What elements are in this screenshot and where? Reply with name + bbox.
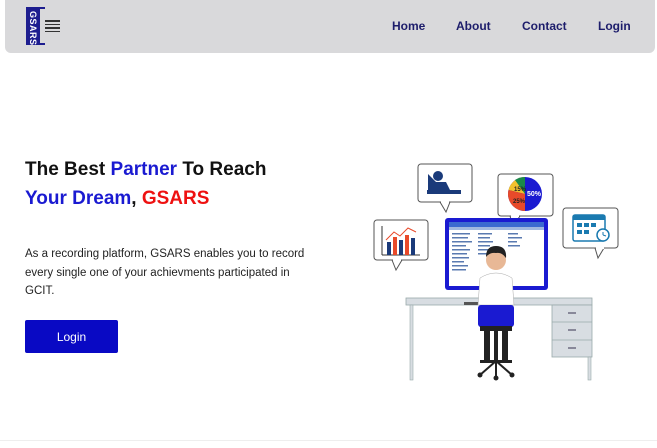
nav-about-link[interactable]: About — [456, 19, 491, 33]
hero-description: As a recording platform, GSARS enables y… — [25, 248, 305, 297]
nav-contact-link[interactable]: Contact — [522, 19, 567, 33]
page: GSARS Home About Contact Login The Best … — [0, 0, 657, 448]
user-bubble-icon — [417, 163, 473, 214]
navbar: GSARS Home About Contact Login — [5, 0, 655, 53]
pie-label-15: 15% — [514, 187, 527, 193]
pie-label-50: 50% — [527, 191, 542, 198]
logo-frame — [38, 7, 45, 45]
title-text-1: The Best — [25, 159, 111, 180]
logo-text: GSARS — [28, 11, 38, 46]
pie-label-25: 25% — [513, 199, 526, 205]
login-button[interactable]: Login — [25, 320, 118, 353]
hero-title: The Best Partner To Reach Your Dream, GS… — [25, 155, 325, 213]
title-brand: GSARS — [141, 188, 210, 209]
title-partner: Partner — [110, 159, 178, 180]
office-illustration: 15% 50% 25% — [373, 163, 619, 381]
title-dream: Your Dream — [25, 188, 132, 209]
calendar-bubble-icon — [562, 207, 619, 260]
footer-divider — [0, 440, 657, 441]
nav-home-link[interactable]: Home — [392, 19, 425, 33]
title-comma: , — [131, 188, 142, 209]
nav-login-link[interactable]: Login — [598, 19, 631, 33]
gsars-logo[interactable]: GSARS — [26, 7, 68, 46]
title-text-2: To Reach — [177, 159, 267, 180]
bar-chart-bubble-icon — [373, 219, 429, 272]
menu-lines-icon — [45, 20, 60, 34]
